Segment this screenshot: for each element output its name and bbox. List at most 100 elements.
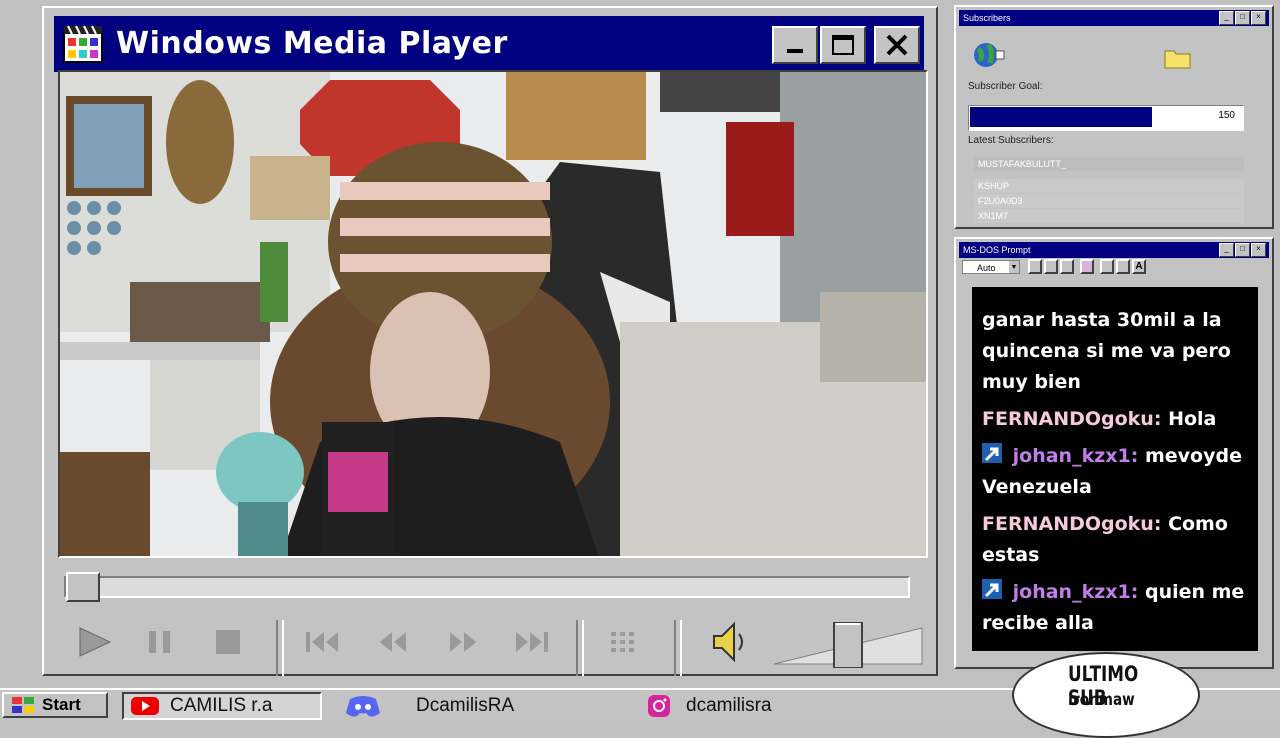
copy-button[interactable] (1044, 259, 1058, 274)
latest-subscribers-label: Latest Subscribers: (968, 135, 1054, 146)
instagram-icon (648, 695, 670, 717)
chevron-down-icon: ▼ (1009, 261, 1019, 273)
instagram-handle: dcamilisra (686, 695, 772, 716)
chat-message: FERNANDOgoku: Hola (982, 404, 1248, 435)
window-title: Windows Media Player (116, 26, 508, 61)
font-size-value: Auto (977, 263, 996, 273)
msdos-title-bar[interactable]: MS-DOS Prompt _ □ × (959, 242, 1269, 258)
subscriber-goal-fill (970, 107, 1152, 127)
subscriber-name: MUSTAFAKBULUTT_ (978, 159, 1066, 169)
subscriber-name: F2U0A0D3 (978, 196, 1023, 206)
font-size-select[interactable]: Auto ▼ (962, 260, 1020, 274)
list-item: F2U0A0D3 (974, 194, 1244, 208)
chat-username: johan_kzx1: (1012, 445, 1139, 467)
list-item: MUSTAFAKBULUTT_ (974, 157, 1244, 171)
subscriber-badge-icon (982, 579, 1002, 599)
control-separator (576, 620, 584, 676)
skip-forward-button[interactable] (506, 620, 554, 664)
discord-handle: DcamilisRA (416, 695, 515, 716)
subscribers-window: Subscribers _ □ × Subscriber Goal: 150 L… (954, 5, 1274, 229)
skip-back-icon (306, 632, 338, 652)
rewind-icon (380, 632, 406, 652)
folder-icon[interactable] (1164, 47, 1192, 69)
title-bar[interactable]: Windows Media Player (54, 16, 924, 72)
minimize-button[interactable]: _ (1219, 243, 1234, 257)
video-viewport[interactable] (58, 70, 928, 558)
list-item: XN1M7 (974, 209, 1244, 223)
stop-icon (216, 630, 240, 654)
minimize-button[interactable] (772, 26, 818, 64)
taskbar-discord[interactable]: DcamilisRA (344, 692, 514, 720)
taskbar-youtube[interactable]: CAMILIS r.a (122, 692, 322, 720)
discord-icon (346, 696, 380, 717)
last-subscriber-badge: ULTIMO SUB Ironmaw (1012, 652, 1200, 738)
mark-button[interactable] (1028, 259, 1042, 274)
chat-message-list: ganar hasta 30mil a la quincena si me va… (982, 305, 1248, 645)
fullscreen-button[interactable] (1080, 259, 1094, 274)
maximize-icon (832, 35, 854, 55)
mute-button[interactable] (704, 620, 752, 664)
play-button[interactable] (70, 620, 118, 664)
pause-button[interactable] (136, 620, 184, 664)
fast-forward-button[interactable] (438, 620, 486, 664)
media-player-window: Windows Media Player (42, 6, 938, 676)
chat-username: johan_kzx1: (1012, 581, 1139, 603)
chat-username: FERNANDOgoku: (982, 513, 1162, 535)
background-button[interactable] (1116, 259, 1130, 274)
media-player-logo-icon (63, 25, 103, 63)
subscriber-name: KSHUP (978, 181, 1010, 191)
speaker-icon (713, 621, 743, 663)
seek-thumb[interactable] (66, 572, 100, 602)
list-item: KSHUP (974, 179, 1244, 193)
chat-display: ganar hasta 30mil a la quincena si me va… (972, 287, 1258, 651)
msdos-toolbar: Auto ▼ A (960, 258, 1268, 278)
control-separator (674, 620, 682, 676)
chat-message: FERNANDOgoku: Como estas (982, 509, 1248, 571)
play-icon (79, 627, 112, 657)
close-button[interactable] (874, 26, 920, 64)
maximize-button[interactable] (820, 26, 866, 64)
playlist-button[interactable] (600, 620, 648, 664)
font-button[interactable]: A (1132, 259, 1146, 274)
subscriber-goal-label: Subscriber Goal: (968, 81, 1043, 92)
paste-button[interactable] (1060, 259, 1074, 274)
maximize-button[interactable]: □ (1235, 243, 1250, 257)
stop-button[interactable] (204, 620, 252, 664)
subscriber-name: XN1M7 (978, 211, 1009, 221)
close-button[interactable]: × (1251, 243, 1266, 257)
playlist-icon (611, 632, 634, 652)
control-separator (276, 620, 284, 676)
volume-slider[interactable] (774, 622, 924, 668)
skip-forward-icon (516, 632, 548, 652)
close-icon (886, 34, 908, 56)
fast-forward-icon (450, 632, 476, 652)
rewind-button[interactable] (370, 620, 418, 664)
chat-text: ganar hasta 30mil a la quincena si me va… (982, 309, 1231, 393)
properties-button[interactable] (1100, 259, 1114, 274)
youtube-icon (131, 697, 159, 715)
minimize-icon (787, 49, 803, 53)
pause-icon (149, 631, 170, 653)
subscribers-title: Subscribers (963, 13, 1011, 23)
close-button[interactable]: × (1251, 11, 1266, 25)
start-button[interactable]: Start (2, 692, 108, 718)
skip-back-button[interactable] (300, 620, 348, 664)
chat-message: johan_kzx1: mevoyde Venezuela (982, 441, 1248, 503)
subscriber-badge-icon (982, 443, 1002, 463)
chat-username: FERNANDOgoku: (982, 408, 1162, 430)
subscriber-goal-progress: 150 (968, 105, 1244, 131)
network-globe-icon (974, 43, 1005, 67)
subscriber-goal-value: 150 (1218, 110, 1235, 121)
chat-message: johan_kzx1: quien me recibe alla (982, 577, 1248, 639)
minimize-button[interactable]: _ (1219, 11, 1234, 25)
taskbar-instagram[interactable]: dcamilisra (646, 692, 772, 720)
webcam-video-frame (60, 72, 926, 556)
msdos-title: MS-DOS Prompt (963, 245, 1031, 255)
subscribers-title-bar[interactable]: Subscribers _ □ × (959, 10, 1269, 26)
maximize-button[interactable]: □ (1235, 11, 1250, 25)
seek-bar[interactable] (64, 572, 910, 602)
windows-logo-icon (12, 697, 34, 713)
youtube-handle: CAMILIS r.a (170, 695, 273, 716)
start-label: Start (42, 695, 81, 714)
msdos-chat-window: MS-DOS Prompt _ □ × Auto ▼ A ganar hasta… (954, 237, 1274, 669)
